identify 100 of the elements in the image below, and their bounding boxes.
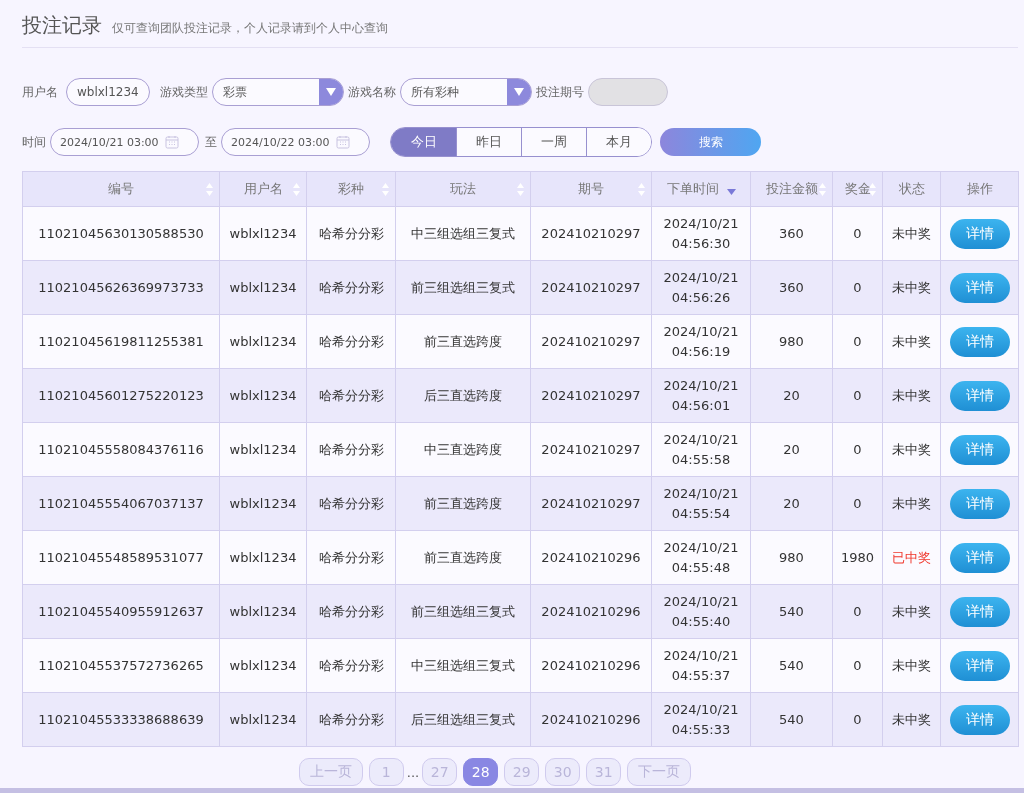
username-cell: wblxl1234 — [229, 226, 297, 241]
order-time: 2024/10/21 04:55:40 — [663, 593, 739, 629]
username-field[interactable]: wblxl1234 — [66, 78, 150, 106]
order-time: 2024/10/21 04:56:30 — [663, 215, 739, 251]
play-type: 中三组选组三复式 — [411, 225, 515, 241]
column-header: 期号 — [578, 180, 604, 198]
play-type: 前三组选组三复式 — [411, 603, 515, 619]
sort-icon — [293, 182, 300, 196]
lottery-name: 哈希分分彩 — [318, 549, 384, 565]
prize-amount: 0 — [853, 226, 862, 241]
issue-number: 202410210296 — [541, 712, 641, 727]
play-type: 后三组选组三复式 — [411, 711, 515, 727]
details-button[interactable]: 详情 — [949, 272, 1010, 303]
to-label: 至 — [205, 133, 217, 151]
bet-amount: 540 — [779, 658, 804, 673]
details-button[interactable]: 详情 — [949, 704, 1010, 735]
game-name-select[interactable]: 所有彩种 — [399, 78, 532, 106]
status-text: 未中奖 — [892, 441, 931, 457]
date-field[interactable]: 2024/10/21 03:00 — [50, 128, 199, 156]
lottery-name: 哈希分分彩 — [318, 603, 384, 619]
username-cell: wblxl1234 — [229, 604, 297, 619]
range-tab[interactable]: 昨日 — [456, 128, 521, 156]
issue-number: 202410210297 — [541, 334, 641, 349]
range-tab[interactable]: 一周 — [521, 128, 586, 156]
prize-amount: 0 — [853, 388, 862, 403]
page-button[interactable]: 28 — [463, 758, 499, 786]
sort-icon — [206, 182, 213, 196]
game-name-label: 游戏名称 — [347, 83, 396, 101]
game-type-select[interactable]: 彩票 — [211, 78, 344, 106]
details-button[interactable]: 详情 — [949, 542, 1010, 573]
play-type: 前三直选跨度 — [424, 495, 502, 511]
sort-icon — [869, 182, 876, 196]
username-cell: wblxl1234 — [229, 334, 297, 349]
bet-amount: 20 — [783, 388, 800, 403]
prize-amount: 0 — [853, 712, 862, 727]
range-tab[interactable]: 今日 — [391, 128, 456, 156]
bet-amount: 540 — [779, 712, 804, 727]
order-time: 2024/10/21 04:55:48 — [663, 539, 739, 575]
play-type: 中三组选组三复式 — [411, 657, 515, 673]
issue-field[interactable] — [587, 78, 668, 106]
prize-amount: 0 — [853, 604, 862, 619]
column-header: 编号 — [108, 180, 134, 198]
status-text: 未中奖 — [892, 657, 931, 673]
column-header: 操作 — [966, 180, 993, 198]
details-button[interactable]: 详情 — [949, 380, 1010, 411]
time-label: 时间 — [22, 133, 46, 151]
username-cell: wblxl1234 — [229, 496, 297, 511]
range-tab[interactable]: 本月 — [586, 128, 651, 156]
details-button[interactable]: 详情 — [949, 434, 1010, 465]
status-text: 未中奖 — [892, 279, 931, 295]
play-type: 中三直选跨度 — [424, 441, 502, 457]
prize-amount: 0 — [853, 658, 862, 673]
username-cell: wblxl1234 — [229, 442, 297, 457]
bet-amount: 20 — [783, 442, 800, 457]
bet-amount: 540 — [779, 604, 804, 619]
details-button[interactable]: 详情 — [949, 488, 1010, 519]
order-number: 11021045558084376116 — [38, 442, 204, 457]
order-time: 2024/10/21 04:55:33 — [663, 701, 739, 737]
status-text: 未中奖 — [892, 225, 931, 241]
order-time: 2024/10/21 04:56:19 — [663, 323, 739, 359]
sort-descending-icon — [726, 189, 736, 195]
lottery-name: 哈希分分彩 — [318, 711, 384, 727]
order-number: 11021045630130588530 — [38, 226, 204, 241]
bet-amount: 360 — [779, 280, 804, 295]
issue-number: 202410210296 — [541, 658, 641, 673]
details-button[interactable]: 详情 — [949, 326, 1010, 357]
bet-amount: 980 — [779, 334, 804, 349]
sort-icon — [517, 182, 524, 196]
play-type: 前三直选跨度 — [424, 549, 502, 565]
status-text: 未中奖 — [892, 711, 931, 727]
column-header: 彩种 — [338, 180, 364, 198]
username-cell: wblxl1234 — [229, 658, 297, 673]
column-header: 下单时间 — [666, 180, 719, 198]
username-cell: wblxl1234 — [229, 550, 297, 565]
details-button[interactable]: 详情 — [949, 650, 1010, 681]
bet-amount: 360 — [779, 226, 804, 241]
issue-number: 202410210297 — [541, 280, 641, 295]
pagination-ellipsis: ... — [406, 764, 420, 780]
date-field[interactable]: 2024/10/22 03:00 — [221, 128, 370, 156]
username-cell: wblxl1234 — [229, 712, 297, 727]
issue-number: 202410210296 — [541, 604, 641, 619]
details-button[interactable]: 详情 — [949, 596, 1010, 627]
order-number: 11021045548589531077 — [38, 550, 204, 565]
status-text: 未中奖 — [892, 495, 931, 511]
column-header: 玩法 — [450, 180, 476, 198]
sort-icon — [819, 182, 826, 196]
column-header: 状态 — [898, 180, 925, 198]
prize-amount: 0 — [853, 496, 862, 511]
details-button[interactable]: 详情 — [949, 218, 1010, 249]
order-time: 2024/10/21 04:56:26 — [663, 269, 739, 305]
column-header: 用户名 — [243, 180, 283, 198]
prize-amount: 0 — [853, 442, 862, 457]
search-button[interactable]: 搜索 — [660, 128, 761, 156]
order-number: 11021045619811255381 — [38, 334, 204, 349]
bet-amount: 980 — [779, 550, 804, 565]
lottery-name: 哈希分分彩 — [318, 387, 384, 403]
calendar-icon — [164, 135, 179, 149]
column-header: 奖金 — [844, 180, 871, 198]
order-number: 11021045601275220123 — [38, 388, 204, 403]
order-number: 11021045533338688639 — [38, 712, 204, 727]
